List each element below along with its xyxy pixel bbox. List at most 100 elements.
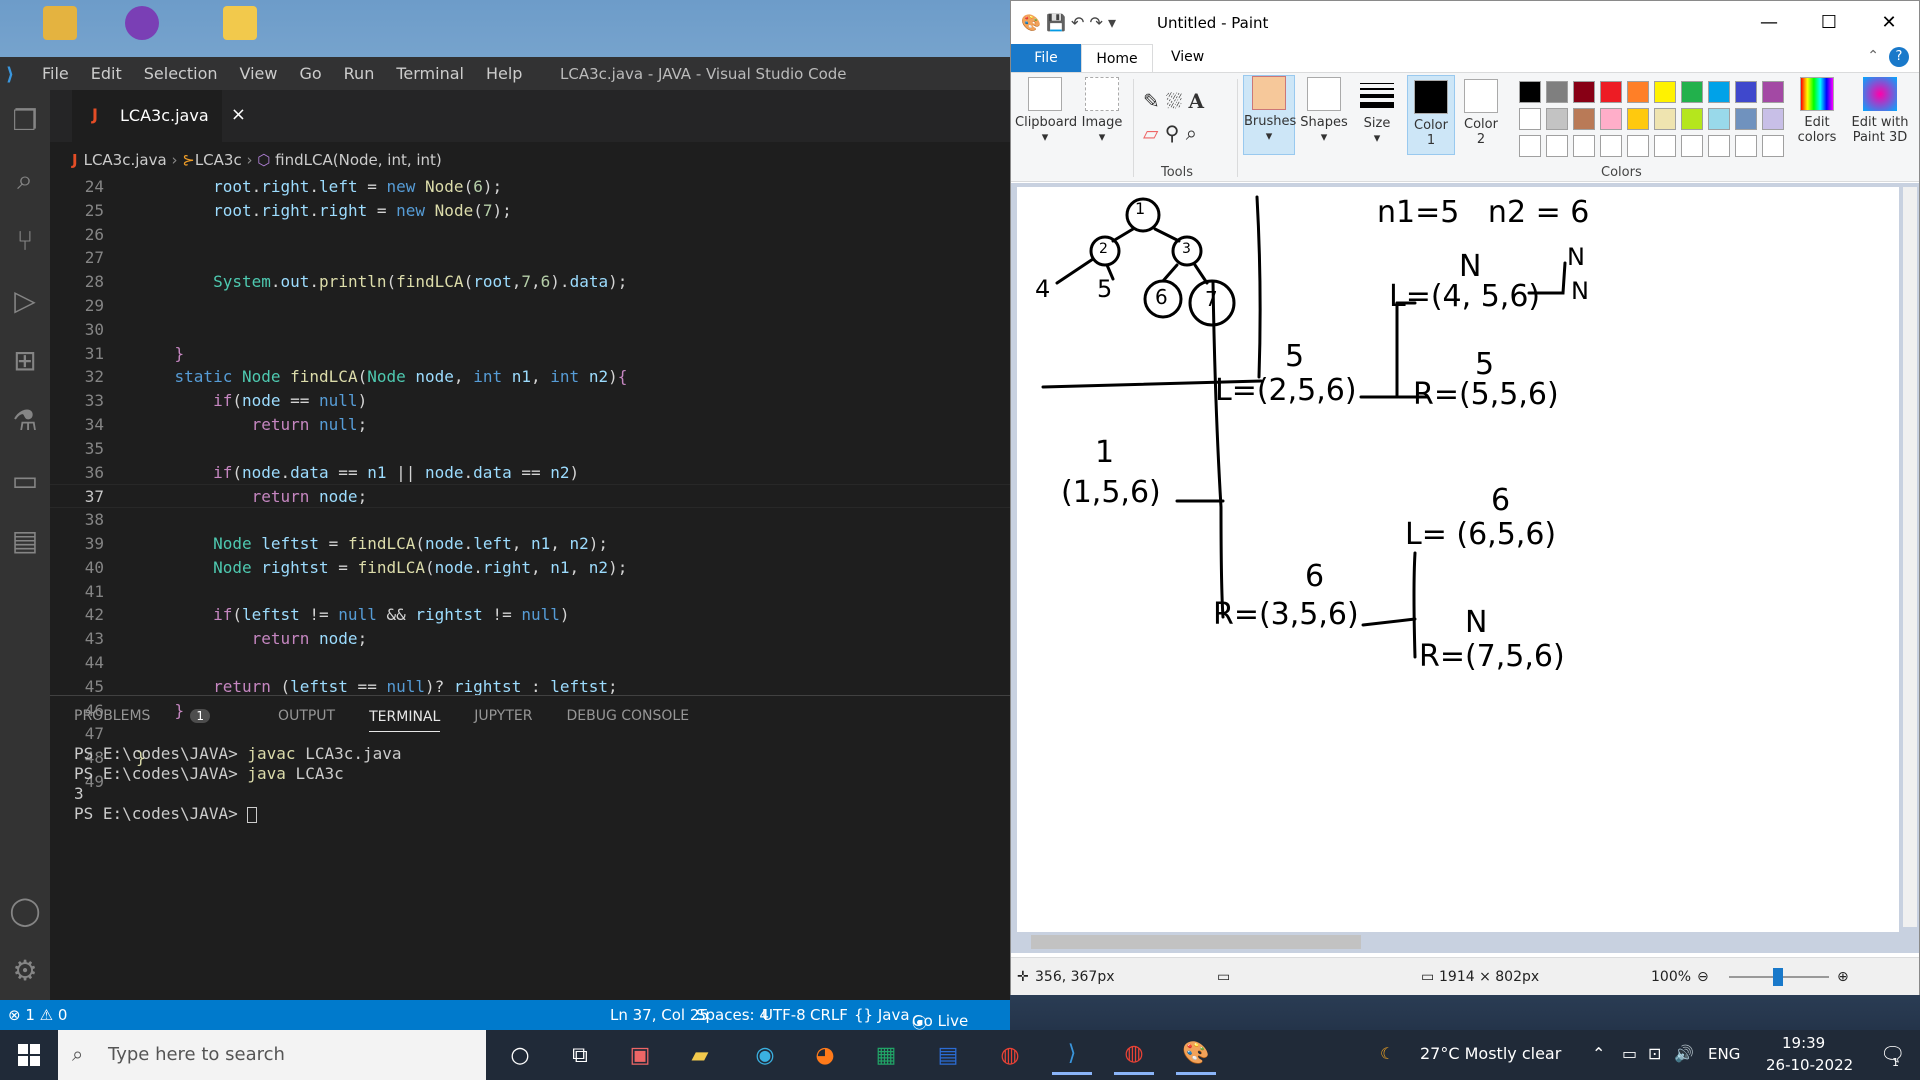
tab-lca3c-java[interactable]: J LCA3c.java × <box>72 90 246 142</box>
fill-icon[interactable]: ⛆ <box>1166 89 1182 113</box>
tab-home[interactable]: Home <box>1081 44 1153 72</box>
folder-icon[interactable]: ▭ <box>0 450 50 510</box>
tab-view[interactable]: View <box>1171 49 1204 65</box>
account-icon[interactable]: ◯ <box>0 880 50 940</box>
palette-swatch[interactable] <box>1681 81 1703 103</box>
palette-swatch-empty[interactable] <box>1600 135 1622 157</box>
run-debug-icon[interactable]: ▷ <box>0 270 50 330</box>
weather-text[interactable]: 27°C Mostly clear <box>1420 1044 1561 1063</box>
chevron-up-icon[interactable]: ⌃ <box>1592 1044 1605 1063</box>
undo-icon[interactable]: ↶ <box>1071 13 1084 32</box>
palette-swatch[interactable] <box>1519 81 1541 103</box>
palette-swatch-empty[interactable] <box>1654 135 1676 157</box>
battery-icon[interactable]: ▭ <box>1622 1044 1637 1063</box>
status-spaces[interactable]: Spaces: 4 <box>696 1006 769 1024</box>
size-button[interactable]: Size ▾ <box>1355 77 1399 146</box>
breadcrumb-class[interactable]: LCA3c <box>195 151 242 169</box>
taskbar-search[interactable]: ⌕ Type here to search <box>58 1030 486 1080</box>
edit-colors-button[interactable]: Edit colors <box>1791 77 1843 145</box>
testing-icon[interactable]: ⚗ <box>0 390 50 450</box>
palette-swatch[interactable] <box>1627 108 1649 130</box>
paint-taskbar-icon[interactable]: 🎨 <box>1176 1035 1216 1075</box>
settings-gear-icon[interactable]: ⚙ <box>0 940 50 1000</box>
pencil-icon[interactable]: ✎ <box>1143 89 1160 113</box>
explorer-icon[interactable]: ❐ <box>0 90 50 150</box>
clipboard-button[interactable]: Clipboard ▾ <box>1015 77 1077 145</box>
brushes-button[interactable]: Brushes ▾ <box>1243 75 1296 155</box>
zoom-in-icon[interactable]: ⊕ <box>1837 969 1849 985</box>
edit-paint3d-button[interactable]: Edit with Paint 3D <box>1847 77 1913 145</box>
language-indicator[interactable]: ENG <box>1708 1045 1740 1063</box>
palette-swatch[interactable] <box>1735 81 1757 103</box>
tab-problems[interactable]: PROBLEMS 1 <box>74 708 244 724</box>
zoom-slider[interactable] <box>1729 968 1829 986</box>
collapse-ribbon-icon[interactable]: ⌃ <box>1867 48 1879 64</box>
status-eol[interactable]: CRLF <box>810 1006 848 1024</box>
color2-button[interactable]: Color 2 <box>1459 75 1503 155</box>
palette-swatch-empty[interactable] <box>1681 135 1703 157</box>
terminal[interactable]: PS E:\codes\JAVA> javac LCA3c.java PS E:… <box>50 736 1010 832</box>
customize-dropdown-icon[interactable]: ▾ <box>1108 13 1116 32</box>
code-editor[interactable]: 24 root.right.left = new Node(6); 25 roo… <box>50 175 1010 791</box>
color-picker-icon[interactable]: ⚲ <box>1165 121 1180 145</box>
palette-swatch[interactable] <box>1546 108 1568 130</box>
menu-go[interactable]: Go <box>299 64 321 83</box>
desktop-icon-folder[interactable] <box>210 6 270 56</box>
status-position[interactable]: Ln 37, Col 25 <box>610 1006 709 1024</box>
vertical-scrollbar[interactable] <box>1903 187 1917 927</box>
network-icon[interactable]: ⊡ <box>1648 1044 1661 1063</box>
status-encoding[interactable]: UTF-8 <box>762 1006 806 1024</box>
desktop-icon-user[interactable] <box>30 6 90 56</box>
palette-swatch-empty[interactable] <box>1627 135 1649 157</box>
palette-swatch[interactable] <box>1708 81 1730 103</box>
palette-swatch[interactable] <box>1573 108 1595 130</box>
weather-icon[interactable]: ☾ <box>1380 1044 1394 1063</box>
extensions-icon[interactable]: ⊞ <box>0 330 50 390</box>
palette-swatch[interactable] <box>1600 81 1622 103</box>
tab-jupyter[interactable]: JUPYTER <box>474 708 532 724</box>
status-language[interactable]: {} Java <box>854 1006 910 1024</box>
menu-view[interactable]: View <box>240 64 278 83</box>
word-icon[interactable]: ▤ <box>928 1035 968 1075</box>
menu-run[interactable]: Run <box>344 64 375 83</box>
palette-swatch[interactable] <box>1519 108 1541 130</box>
help-icon[interactable]: ? <box>1889 47 1909 67</box>
zoom-slider-thumb[interactable] <box>1773 968 1783 986</box>
tab-file[interactable]: File <box>1011 44 1081 72</box>
cortana-icon[interactable]: ○ <box>500 1035 540 1075</box>
volume-icon[interactable]: 🔊 <box>1674 1044 1694 1063</box>
close-tab-icon[interactable]: × <box>231 104 246 125</box>
tab-output[interactable]: OUTPUT <box>278 708 335 724</box>
office-app-icon[interactable]: ▣ <box>620 1035 660 1075</box>
palette-swatch[interactable] <box>1654 81 1676 103</box>
menu-file[interactable]: File <box>42 64 69 83</box>
close-icon[interactable]: ✕ <box>1859 1 1919 44</box>
palette-swatch[interactable] <box>1546 81 1568 103</box>
search-icon[interactable]: ⌕ <box>0 150 50 210</box>
palette-swatch[interactable] <box>1627 81 1649 103</box>
palette-swatch-empty[interactable] <box>1762 135 1784 157</box>
horizontal-scrollbar-thumb[interactable] <box>1031 935 1361 949</box>
palette-swatch-empty[interactable] <box>1708 135 1730 157</box>
redo-icon[interactable]: ↷ <box>1090 13 1103 32</box>
edge-icon[interactable]: ◉ <box>745 1035 785 1075</box>
breadcrumb-file[interactable]: LCA3c.java <box>84 151 167 169</box>
menu-selection[interactable]: Selection <box>144 64 218 83</box>
shapes-button[interactable]: Shapes ▾ <box>1299 77 1349 145</box>
palette-swatch[interactable] <box>1573 81 1595 103</box>
magnifier-icon[interactable]: ⌕ <box>1186 121 1197 145</box>
palette-swatch[interactable] <box>1654 108 1676 130</box>
palette-swatch-empty[interactable] <box>1546 135 1568 157</box>
text-icon[interactable]: A <box>1188 89 1204 113</box>
palette-swatch-empty[interactable] <box>1519 135 1541 157</box>
chrome-icon[interactable]: ◍ <box>990 1035 1030 1075</box>
palette-swatch[interactable] <box>1681 108 1703 130</box>
firefox-icon[interactable]: ◕ <box>805 1035 845 1075</box>
file-explorer-icon[interactable]: ▰ <box>680 1035 720 1075</box>
paint-canvas[interactable]: n1=5 n2 = 6 1 2 3 4 5 6 7 (1,5,6) 1 L=(2… <box>1017 187 1899 932</box>
clock-time[interactable]: 19:39 <box>1782 1034 1825 1052</box>
save-icon[interactable]: 💾 <box>1046 13 1066 32</box>
palette-swatch[interactable] <box>1762 81 1784 103</box>
excel-icon[interactable]: ▦ <box>866 1035 906 1075</box>
color1-button[interactable]: Color 1 <box>1407 75 1455 155</box>
